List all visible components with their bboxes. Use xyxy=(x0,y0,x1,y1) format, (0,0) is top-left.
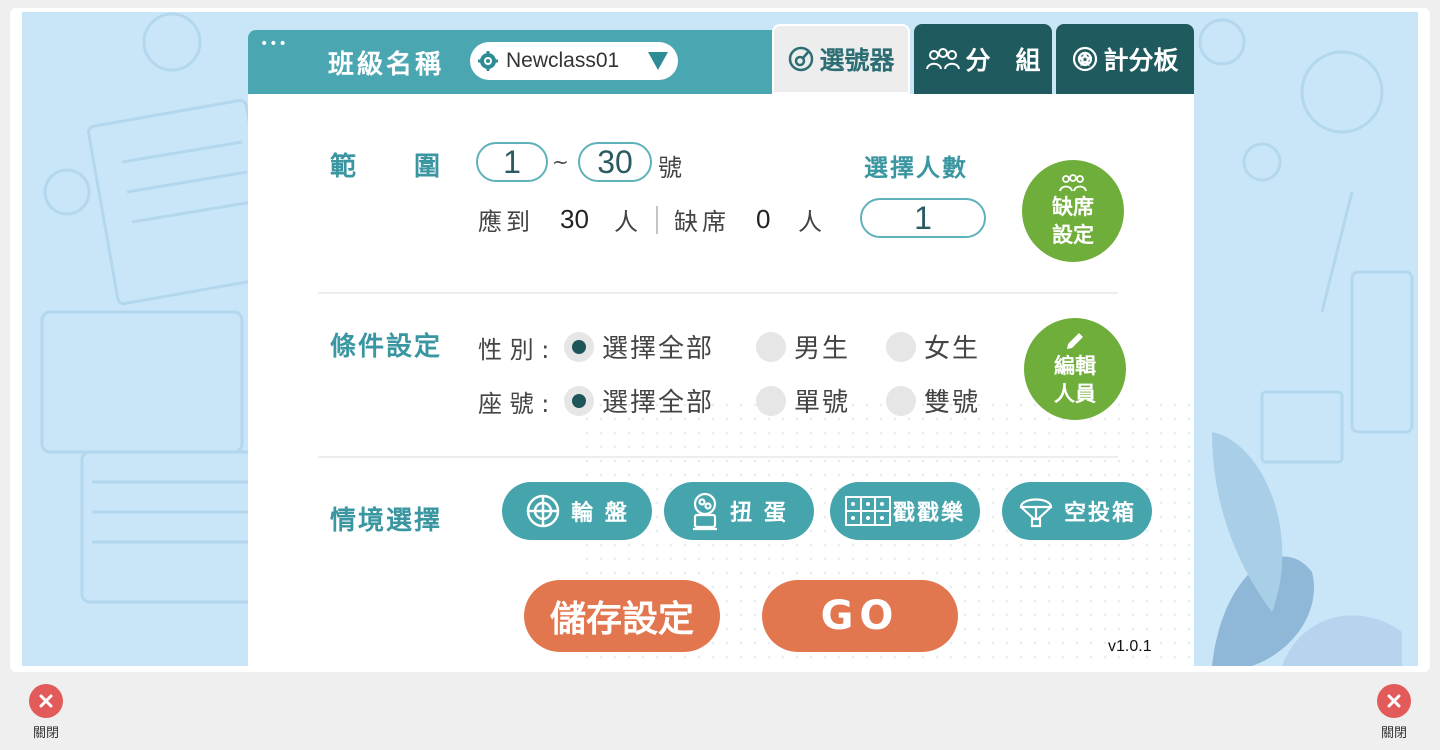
gender-option-all[interactable]: 選擇全部 xyxy=(564,328,714,365)
absent-setting-line1: 缺席 xyxy=(1052,195,1094,219)
seat-option-even[interactable]: 雙號 xyxy=(886,382,980,419)
scenario-gacha-button[interactable]: 扭 蛋 xyxy=(664,482,814,540)
edit-members-button[interactable]: 編輯 人員 xyxy=(1024,318,1126,420)
absent-setting-button[interactable]: 缺席 設定 xyxy=(1022,160,1124,262)
scenario-poke-button[interactable]: 戳戳樂 xyxy=(830,482,980,540)
radio-dot xyxy=(564,331,594,362)
close-label: 關閉 xyxy=(32,726,59,741)
absent-unit: 人 xyxy=(798,208,822,236)
stat-divider xyxy=(656,206,658,234)
airdrop-icon xyxy=(1019,498,1053,528)
range-suffix: 號 xyxy=(658,154,682,182)
gender-option-male[interactable]: 男生 xyxy=(756,328,850,365)
class-select-value: Newclass01 xyxy=(506,49,620,72)
absent-label: 缺席 xyxy=(674,208,730,236)
radio-label: 女生 xyxy=(924,334,981,364)
scenario-label-text: 空投箱 xyxy=(1063,501,1136,526)
group-icon xyxy=(926,48,961,70)
class-name-label: 班級名稱 xyxy=(328,50,445,80)
absent-value: 0 xyxy=(756,204,771,234)
tab-picker[interactable]: 選號器 xyxy=(772,24,910,94)
close-icon xyxy=(29,684,63,718)
section-divider xyxy=(318,292,1118,294)
radio-label: 男生 xyxy=(794,334,851,364)
gender-label: 性 別 : xyxy=(478,336,550,364)
expected-value: 30 xyxy=(560,204,589,234)
chevron-down-icon xyxy=(648,52,668,70)
radio-dot xyxy=(756,385,786,416)
edit-members-line1: 編輯 xyxy=(1054,354,1096,378)
gacha-icon xyxy=(693,492,718,531)
panel-header: ••• 班級名稱 Newclass01 選號器 分 組 計分板 xyxy=(248,24,1194,94)
conditions-label: 條件設定 xyxy=(330,332,443,362)
absent-setting-line2: 設定 xyxy=(1052,223,1094,247)
radio-label: 雙號 xyxy=(924,388,981,418)
go-button[interactable]: GO xyxy=(762,580,958,652)
close-button-right[interactable]: 關閉 xyxy=(1368,684,1420,741)
gear-icon xyxy=(478,51,498,71)
poke-grid-icon xyxy=(844,496,891,526)
close-icon xyxy=(1377,684,1411,718)
close-button-left[interactable]: 關閉 xyxy=(20,684,72,741)
seat-label: 座 號 : xyxy=(478,390,550,418)
edit-members-line2: 人員 xyxy=(1054,382,1096,406)
window-dots: ••• xyxy=(260,36,288,52)
app-stage: ••• 班級名稱 Newclass01 選號器 分 組 計分板 範 圍 1 ~ … xyxy=(22,12,1418,666)
seat-option-odd[interactable]: 單號 xyxy=(756,382,850,419)
radio-dot xyxy=(886,331,916,362)
scenario-airdrop-button[interactable]: 空投箱 xyxy=(1002,482,1152,540)
group-icon xyxy=(1059,174,1087,192)
radio-dot xyxy=(564,385,594,416)
scenario-label: 情境選擇 xyxy=(330,506,443,536)
scenario-label-text: 輪 盤 xyxy=(571,501,629,526)
gender-option-female[interactable]: 女生 xyxy=(886,328,980,365)
count-input[interactable]: 1 xyxy=(860,198,986,238)
radio-label: 選擇全部 xyxy=(602,388,715,418)
range-label: 範 圍 xyxy=(330,152,443,182)
tab-scoreboard[interactable]: 計分板 xyxy=(1056,24,1194,94)
count-label: 選擇人數 xyxy=(864,154,968,182)
class-select[interactable]: Newclass01 xyxy=(470,42,678,80)
range-from-input[interactable]: 1 xyxy=(476,142,548,182)
scenario-label-text: 戳戳樂 xyxy=(892,501,965,526)
picker-icon xyxy=(789,46,814,72)
picker-panel: ••• 班級名稱 Newclass01 選號器 分 組 計分板 範 圍 1 ~ … xyxy=(248,24,1194,666)
scoreboard-icon xyxy=(1073,46,1098,72)
range-tilde: ~ xyxy=(552,150,569,174)
scenario-roulette-button[interactable]: 輪 盤 xyxy=(502,482,652,540)
tab-label: 選號器 xyxy=(819,46,895,75)
expected-label: 應到 xyxy=(478,208,534,236)
radio-dot xyxy=(886,385,916,416)
tab-group[interactable]: 分 組 xyxy=(914,24,1052,94)
panel-body: 範 圍 1 ~ 30 號 應到 30 人 缺席 0 人 選擇人數 1 缺席 設定… xyxy=(248,94,1194,666)
radio-label: 選擇全部 xyxy=(602,334,715,364)
seat-option-all[interactable]: 選擇全部 xyxy=(564,382,714,419)
save-settings-button[interactable]: 儲存設定 xyxy=(524,580,720,652)
header-bar: ••• 班級名稱 Newclass01 xyxy=(248,30,778,94)
radio-dot xyxy=(756,331,786,362)
roulette-icon xyxy=(526,494,560,528)
close-label: 關閉 xyxy=(1380,726,1407,741)
scenario-label-text: 扭 蛋 xyxy=(730,501,788,526)
version-label: v1.0.1 xyxy=(1108,638,1152,655)
range-to-input[interactable]: 30 xyxy=(578,142,652,182)
tab-label: 分 組 xyxy=(965,46,1041,75)
tab-label: 計分板 xyxy=(1103,46,1179,75)
section-divider xyxy=(318,456,1118,458)
radio-label: 單號 xyxy=(794,388,851,418)
pencil-icon xyxy=(1067,333,1083,349)
expected-unit: 人 xyxy=(614,208,638,236)
